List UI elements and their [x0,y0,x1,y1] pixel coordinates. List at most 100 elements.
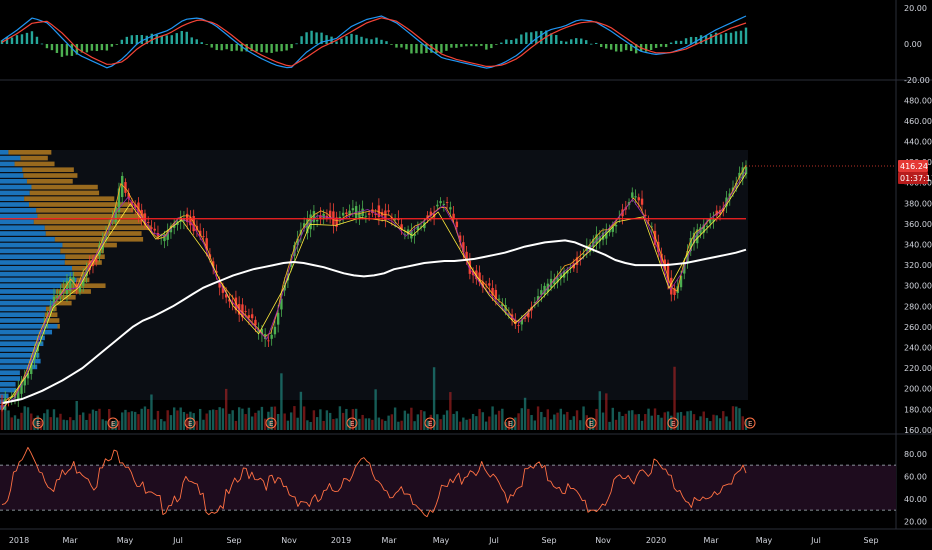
volume-bar [121,412,124,430]
macd-histogram-bar [115,44,119,45]
candle-body [449,207,452,210]
volume-profile-bar [0,283,62,288]
candle-body [436,204,439,207]
volume-bar [309,421,312,430]
volume-profile-bar [0,208,37,213]
volume-bar [653,408,657,430]
candle-body [95,259,98,262]
volume-bar [738,408,741,430]
volume-profile-bar [8,150,52,155]
candle-body [442,203,446,205]
volume-profile-bar [0,231,46,236]
macd-histogram-bar [355,34,358,44]
macd-histogram-bar [400,44,403,48]
volume-bar [475,416,478,430]
volume-profile-bar [0,306,47,312]
macd-histogram-bar [470,44,473,47]
volume-bar [377,417,381,430]
volume-bar [608,421,611,430]
volume-profile-bar [57,324,60,329]
macd-histogram-bar [654,44,658,48]
macd-histogram-bar [275,44,278,52]
macd-histogram-bar [520,34,523,44]
volume-profile-bar [0,184,32,190]
volume-bar [150,394,153,430]
volume-bar [533,420,537,430]
macd-histogram-bar [55,44,59,53]
volume-bar [445,410,449,430]
volume-profile-bar [24,196,115,201]
candle-body [121,175,124,198]
volume-profile-bar [31,184,98,190]
volume-bar [95,410,98,430]
macd-histogram-bar [385,41,388,44]
volume-bar [124,409,127,430]
volume-bar [481,412,485,430]
macd-histogram-bar [744,27,748,44]
rsi-tick-label: 80.00 [904,450,927,459]
macd-histogram-bar [495,44,498,45]
time-axis-label: 2019 [331,536,351,545]
volume-bar [75,400,78,430]
candle-body [364,215,368,217]
volume-profile-bar [0,237,55,242]
volume-profile-bar [54,237,144,242]
volume-bar [640,420,644,430]
macd-histogram-bar [674,40,678,44]
volume-bar [163,421,166,430]
volume-bar [56,417,59,430]
macd-histogram-bar [570,39,573,44]
volume-bar [741,416,744,430]
volume-bar [650,415,653,430]
volume-bar [686,411,689,430]
macd-histogram-bar [450,44,453,48]
macd-histogram-bar [10,37,14,44]
macd-histogram-bar [649,44,653,50]
volume-bar [198,408,202,430]
volume-profile-bar [0,173,24,178]
volume-profile-bar [0,289,56,294]
last-price-label: 416.24 [900,162,928,171]
price-tick-label: 160.00 [904,426,932,435]
time-axis-label: Jul [488,536,499,545]
volume-bar [257,410,260,430]
macd-histogram-bar [614,44,618,52]
volume-bar [361,414,364,430]
time-axis-label: May [117,536,134,545]
candle-body [153,228,156,231]
macd-histogram-bar [360,36,363,44]
candle-body [244,311,247,312]
volume-bar [562,414,566,430]
macd-histogram-bar [555,34,558,44]
price-tick-label: 180.00 [904,405,932,414]
volume-bar [692,414,696,430]
volume-bar [13,415,17,430]
volume-profile-bar [0,254,66,259]
volume-profile-bar [0,196,25,201]
macd-histogram-bar [440,44,443,53]
macd-histogram-bar [729,32,733,44]
macd-histogram-bar [350,33,353,44]
volume-bar [302,406,306,430]
macd-histogram-bar [624,44,628,51]
volume-bar [556,412,559,430]
volume-profile-bar [0,155,21,161]
macd-histogram-bar [125,36,129,44]
volume-bar [384,420,387,430]
volume-bar [315,417,319,430]
volume-bar [159,419,163,430]
macd-histogram-bar [270,44,273,53]
macd-histogram-bar [580,38,583,44]
volume-profile-bar [0,271,73,277]
time-axis-label: Sep [541,536,556,545]
candle-body [647,219,650,221]
price-tick-label: 260.00 [904,323,932,332]
volume-bar [367,418,371,430]
volume-bar [341,412,345,430]
macd-histogram-bar [585,40,588,44]
candle-body [254,319,257,326]
macd-histogram-bar [709,34,713,44]
macd-histogram-bar [465,44,468,47]
macd-histogram-bar [105,44,109,51]
candle-body [637,197,640,201]
